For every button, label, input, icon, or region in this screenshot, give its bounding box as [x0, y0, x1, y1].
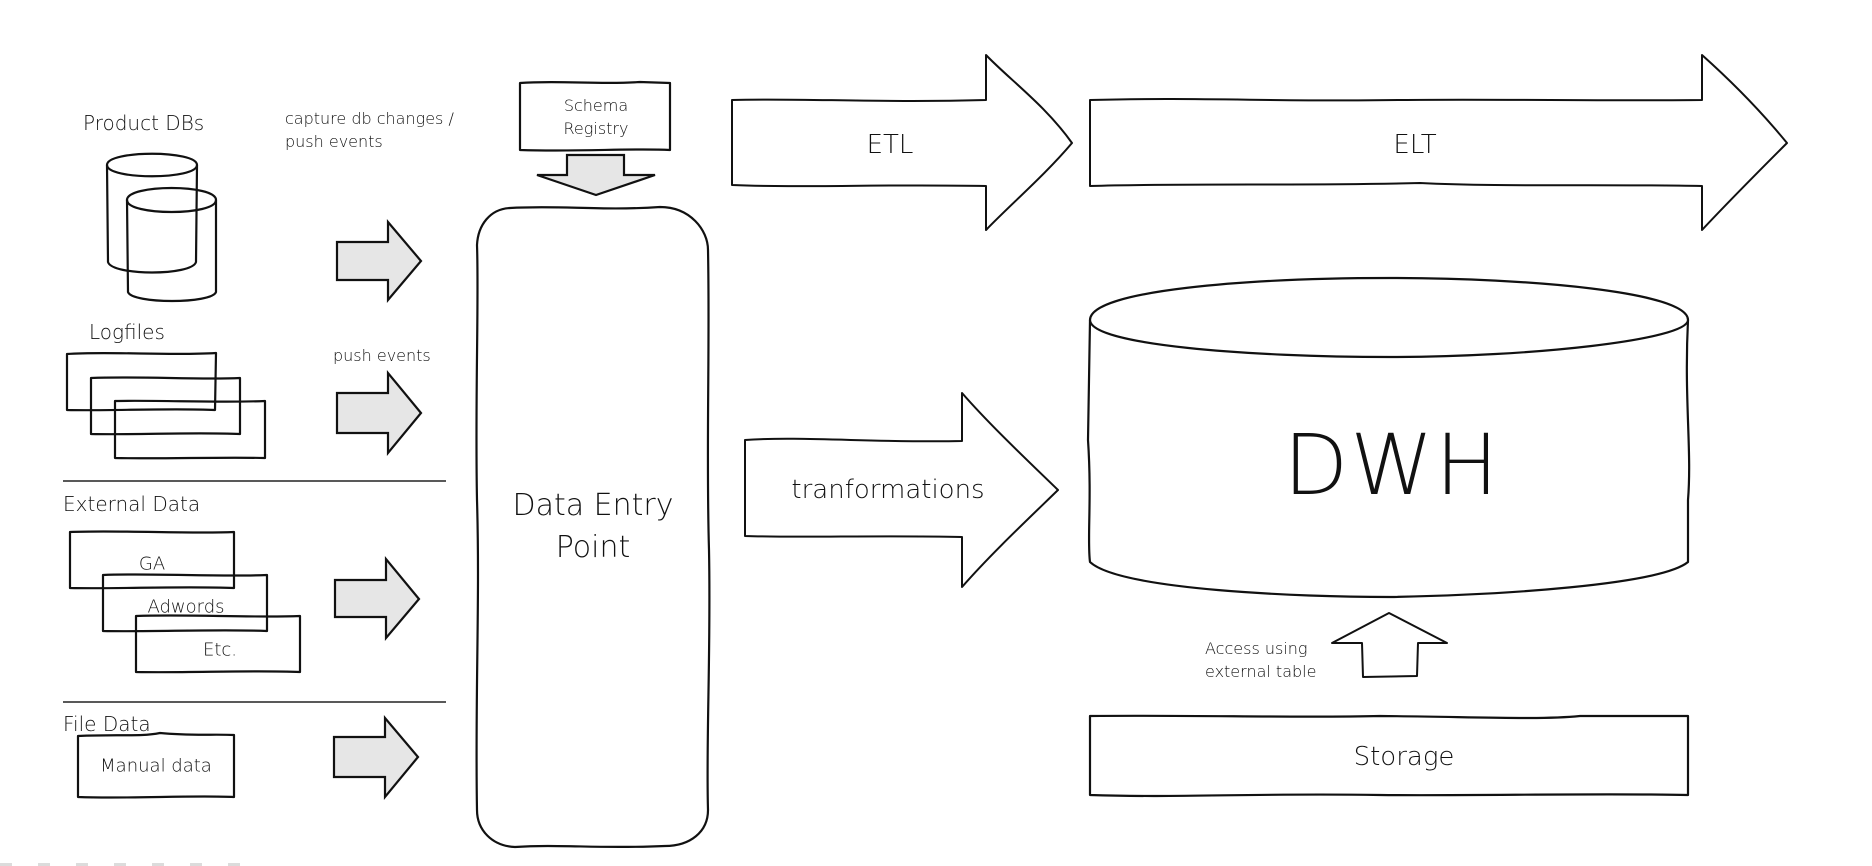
capture-note-line1: capture db changes / — [285, 109, 454, 128]
capture-note: capture db changes / push events — [285, 107, 454, 153]
elt-arrow — [1089, 54, 1788, 231]
schema-down-arrow — [536, 153, 656, 197]
ingest-arrow-logfiles — [335, 369, 423, 457]
data-entry-point-label: Data Entry Point — [513, 485, 674, 569]
dwh-cylinder-top — [1088, 276, 1690, 359]
access-up-arrow — [1331, 612, 1448, 678]
access-note-line1: Access using — [1205, 639, 1308, 658]
db-cylinder-1-body — [105, 163, 199, 274]
ingest-arrow-file-data — [332, 714, 420, 801]
external-data-label: External Data — [63, 492, 201, 516]
logfile-rect — [89, 376, 242, 436]
elt-label: ELT — [1393, 130, 1437, 160]
access-note-line2: external table — [1205, 662, 1317, 681]
schema-registry-label: Schema Registry — [564, 94, 629, 140]
schema-registry-line2: Registry — [563, 119, 629, 138]
data-entry-point-line1: Data Entry — [512, 488, 674, 523]
db-cylinder-2-top — [125, 186, 218, 214]
ingest-arrow-external-data — [333, 555, 421, 642]
architecture-diagram — [63, 54, 1788, 849]
transformations-label: tranformations — [791, 475, 985, 505]
capture-note-line2: push events — [285, 132, 383, 151]
data-entry-point-line2: Point — [555, 530, 631, 565]
logfiles-label: Logfiles — [89, 320, 165, 344]
push-events-note: push events — [333, 346, 431, 365]
ingest-arrow-product-dbs — [335, 218, 423, 304]
access-note: Access using external table — [1205, 637, 1316, 683]
files-icon — [65, 351, 267, 460]
dwh-label: DWH — [1283, 416, 1501, 514]
etl-label: ETL — [866, 130, 914, 160]
db-cylinder-1-top — [105, 152, 199, 178]
external-source-ga-label: GA — [138, 553, 166, 575]
file-data-label: File Data — [63, 712, 151, 736]
external-source-adwords-label: Adwords — [147, 596, 225, 618]
external-source-etc-label: Etc. — [202, 639, 238, 661]
product-dbs-label: Product DBs — [83, 111, 205, 135]
schema-registry-line1: Schema — [563, 96, 629, 115]
database-icon — [105, 152, 218, 303]
db-cylinder-2-body — [125, 198, 218, 303]
storage-label: Storage — [1353, 742, 1455, 772]
manual-data-label: Manual data — [100, 755, 212, 777]
